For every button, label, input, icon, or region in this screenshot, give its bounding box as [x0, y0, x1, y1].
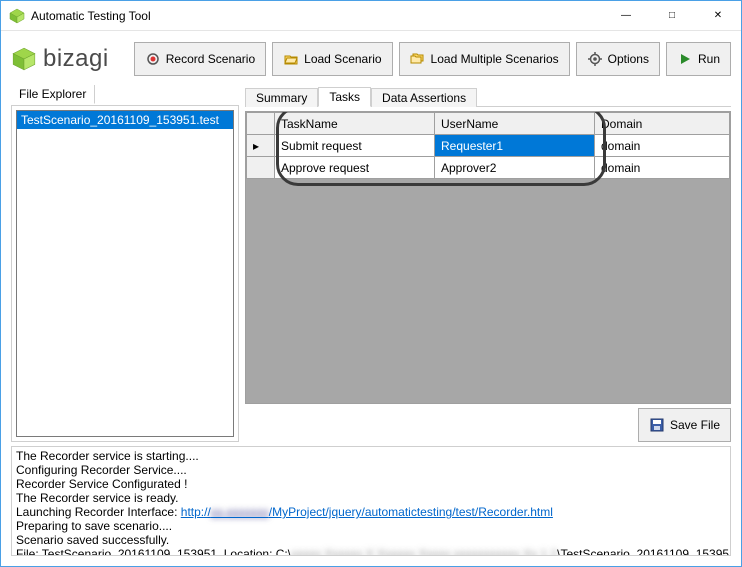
- log-output[interactable]: The Recorder service is starting.... Con…: [11, 446, 731, 556]
- log-line: Launching Recorder Interface: http://xx-…: [16, 505, 726, 519]
- cell-domain[interactable]: domain: [595, 135, 730, 157]
- play-icon: [677, 51, 693, 67]
- save-icon: [649, 417, 665, 433]
- table-row[interactable]: Approve request Approver2 domain: [247, 157, 730, 179]
- app-window: Automatic Testing Tool — □ ✕ bizagi: [0, 0, 742, 567]
- save-file-button[interactable]: Save File: [638, 408, 731, 442]
- log-line: Configuring Recorder Service....: [16, 463, 726, 477]
- cell-taskname[interactable]: Approve request: [275, 157, 435, 179]
- table-row[interactable]: ▸ Submit request Requester1 domain: [247, 135, 730, 157]
- log-line: Recorder Service Configurated !: [16, 477, 726, 491]
- grid-corner: [247, 113, 275, 135]
- file-item[interactable]: TestScenario_20161109_153951.test: [17, 111, 233, 129]
- cell-username[interactable]: Approver2: [435, 157, 595, 179]
- logo-text: bizagi: [43, 45, 109, 73]
- gear-icon: [587, 51, 603, 67]
- file-list[interactable]: TestScenario_20161109_153951.test: [16, 110, 234, 437]
- load-multiple-scenarios-button[interactable]: Load Multiple Scenarios: [399, 42, 570, 76]
- right-tabs: Summary Tasks Data Assertions: [245, 85, 731, 107]
- options-button[interactable]: Options: [576, 42, 660, 76]
- cell-username[interactable]: Requester1: [435, 135, 595, 157]
- titlebar: Automatic Testing Tool — □ ✕: [1, 1, 741, 31]
- row-indicator-icon: [247, 157, 275, 179]
- record-scenario-button[interactable]: Record Scenario: [134, 42, 266, 76]
- file-explorer-panel: TestScenario_20161109_153951.test: [11, 105, 239, 442]
- cell-taskname[interactable]: Submit request: [275, 135, 435, 157]
- toolbar: bizagi Record Scenario Load Scenario Loa…: [11, 37, 731, 81]
- folders-icon: [410, 51, 426, 67]
- recorder-link[interactable]: http://xx-xxxxxxx/MyProject/jquery/autom…: [181, 505, 553, 519]
- col-username[interactable]: UserName: [435, 113, 595, 135]
- row-indicator-icon: ▸: [247, 135, 275, 157]
- file-explorer-tab[interactable]: File Explorer: [11, 85, 95, 104]
- folder-open-icon: [283, 51, 299, 67]
- load-scenario-button[interactable]: Load Scenario: [272, 42, 392, 76]
- minimize-button[interactable]: —: [603, 1, 649, 31]
- log-line: The Recorder service is ready.: [16, 491, 726, 505]
- col-domain[interactable]: Domain: [595, 113, 730, 135]
- logo: bizagi: [11, 45, 109, 73]
- window-title: Automatic Testing Tool: [31, 9, 151, 23]
- cell-domain[interactable]: domain: [595, 157, 730, 179]
- log-line: Preparing to save scenario....: [16, 519, 726, 533]
- log-line: File: TestScenario_20161109_153951. Loca…: [16, 547, 726, 556]
- run-button[interactable]: Run: [666, 42, 731, 76]
- app-cube-icon: [9, 8, 25, 24]
- record-icon: [145, 51, 161, 67]
- tab-summary[interactable]: Summary: [245, 88, 318, 107]
- maximize-button[interactable]: □: [649, 1, 695, 31]
- close-button[interactable]: ✕: [695, 1, 741, 31]
- log-line: Scenario saved successfully.: [16, 533, 726, 547]
- log-line: The Recorder service is starting....: [16, 449, 726, 463]
- logo-cube-icon: [11, 46, 37, 72]
- tab-data-assertions[interactable]: Data Assertions: [371, 88, 477, 107]
- tasks-grid[interactable]: TaskName UserName Domain ▸ Submit reques…: [245, 111, 731, 404]
- col-taskname[interactable]: TaskName: [275, 113, 435, 135]
- tab-tasks[interactable]: Tasks: [318, 87, 371, 107]
